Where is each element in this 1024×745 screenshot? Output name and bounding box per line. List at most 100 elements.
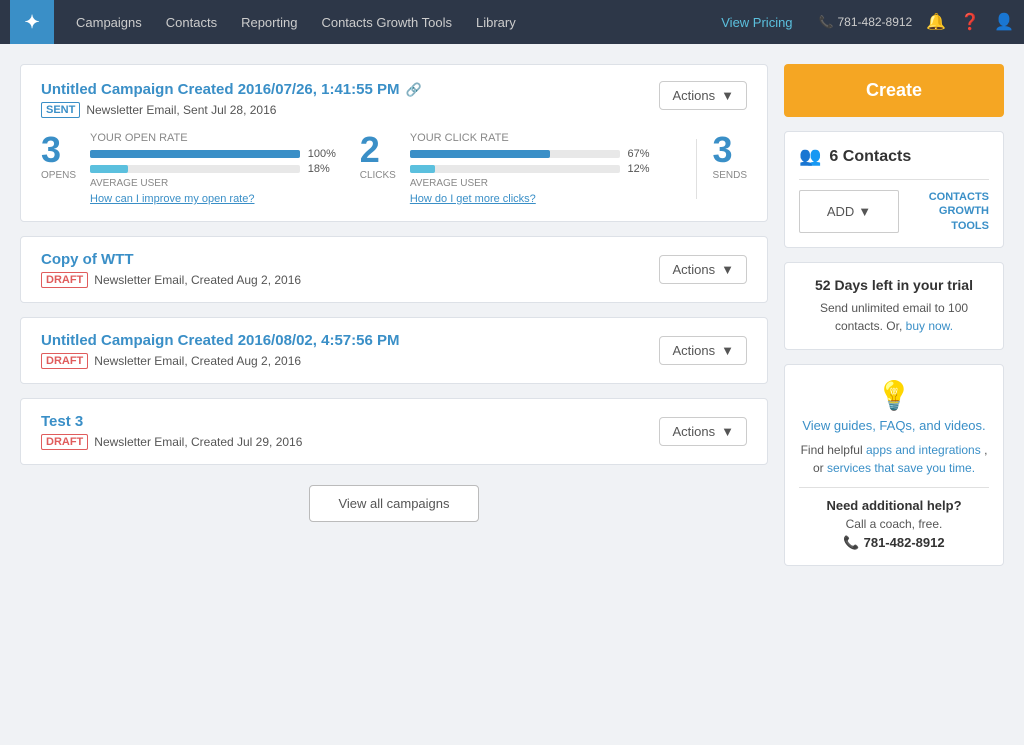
click-rate-bar-container	[410, 150, 620, 158]
campaigns-list: Untitled Campaign Created 2016/07/26, 1:…	[20, 64, 768, 566]
status-badge-draft-4: DRAFT	[41, 434, 88, 450]
sends-number: 3	[713, 132, 747, 168]
bell-icon[interactable]: 🔔	[926, 12, 946, 32]
campaign-type-1: Newsletter Email, Sent Jul 28, 2016	[86, 103, 276, 117]
campaign-meta-4: DRAFT Newsletter Email, Created Jul 29, …	[41, 434, 302, 450]
campaign-header-4: Test 3 DRAFT Newsletter Email, Created J…	[41, 413, 747, 450]
chevron-down-icon-2: ▼	[721, 262, 734, 277]
campaign-info-1: Untitled Campaign Created 2016/07/26, 1:…	[41, 81, 422, 118]
opens-number: 3	[41, 132, 76, 168]
create-button[interactable]: Create	[784, 64, 1004, 117]
your-click-rate-bar: 67%	[410, 148, 660, 160]
campaign-header-2: Copy of WTT DRAFT Newsletter Email, Crea…	[41, 251, 747, 288]
campaign-meta-1: SENT Newsletter Email, Sent Jul 28, 2016	[41, 102, 422, 118]
user-icon[interactable]: 👤	[994, 12, 1014, 32]
campaign-info-2: Copy of WTT DRAFT Newsletter Email, Crea…	[41, 251, 301, 288]
campaign-card-2: Copy of WTT DRAFT Newsletter Email, Crea…	[20, 236, 768, 303]
campaign-title-3: Untitled Campaign Created 2016/08/02, 4:…	[41, 332, 399, 349]
campaign-meta-3: DRAFT Newsletter Email, Created Aug 2, 2…	[41, 353, 399, 369]
click-rate-label: YOUR CLICK RATE	[410, 132, 660, 144]
logo-icon: ✦	[24, 12, 39, 33]
nav-contacts[interactable]: Contacts	[154, 0, 229, 44]
stats-divider	[696, 139, 697, 199]
click-rate-block: YOUR CLICK RATE 67% 12% AVERAGE USER	[410, 132, 660, 205]
opens-block: 3 OPENS	[41, 132, 76, 181]
chevron-down-icon-3: ▼	[721, 343, 734, 358]
avg-open-rate-bar: 18%	[90, 163, 340, 175]
help-phone: 📞 781-482-8912	[799, 535, 989, 551]
actions-button-3[interactable]: Actions ▼	[659, 336, 747, 365]
logo[interactable]: ✦	[10, 0, 54, 44]
nav-growth-tools[interactable]: Contacts Growth Tools	[309, 0, 464, 44]
phone-icon-small: 📞	[843, 535, 859, 551]
status-badge-draft-2: DRAFT	[41, 272, 88, 288]
add-contacts-button[interactable]: ADD ▼	[799, 190, 899, 233]
campaign-meta-2: DRAFT Newsletter Email, Created Aug 2, 2…	[41, 272, 301, 288]
trial-box: 52 Days left in your trial Send unlimite…	[784, 262, 1004, 350]
lightbulb-icon: 💡	[799, 379, 989, 412]
help-title: Need additional help?	[799, 498, 989, 513]
campaign-type-4: Newsletter Email, Created Jul 29, 2016	[94, 435, 302, 449]
open-rate-pct: 100%	[308, 148, 340, 160]
campaign-title-4: Test 3	[41, 413, 302, 430]
campaign-title-1: Untitled Campaign Created 2016/07/26, 1:…	[41, 81, 422, 98]
nav-library[interactable]: Library	[464, 0, 528, 44]
clicks-label: CLICKS	[360, 170, 396, 181]
nav-links: Campaigns Contacts Reporting Contacts Gr…	[64, 0, 709, 44]
campaign-card-3: Untitled Campaign Created 2016/08/02, 4:…	[20, 317, 768, 384]
contacts-header: 👥 6 Contacts	[799, 146, 989, 167]
sends-block: 3 SENDS	[713, 132, 747, 181]
nav-view-pricing[interactable]: View Pricing	[709, 0, 804, 44]
help-icon[interactable]: ❓	[960, 12, 980, 32]
page-layout: Untitled Campaign Created 2016/07/26, 1:…	[0, 44, 1024, 586]
view-all-row: View all campaigns	[20, 485, 768, 522]
actions-button-4[interactable]: Actions ▼	[659, 417, 747, 446]
actions-button-1[interactable]: Actions ▼	[659, 81, 747, 110]
avg-open-bar-fill	[90, 165, 128, 173]
click-rate-bar-fill	[410, 150, 551, 158]
campaign-info-4: Test 3 DRAFT Newsletter Email, Created J…	[41, 413, 302, 450]
sends-label: SENDS	[713, 170, 747, 181]
contacts-box: 👥 6 Contacts ADD ▼ CONTACTS GROWTH TOOLS	[784, 131, 1004, 248]
avg-user-label-open: AVERAGE USER	[90, 178, 340, 189]
buy-now-link[interactable]: buy now.	[906, 319, 953, 333]
open-rate-bar-container	[90, 150, 300, 158]
nav-right: View Pricing 📞 781-482-8912 🔔 ❓ 👤	[709, 0, 1014, 44]
open-rate-bar-fill	[90, 150, 300, 158]
campaign-header-3: Untitled Campaign Created 2016/08/02, 4:…	[41, 332, 747, 369]
campaign-stats-1: 3 OPENS YOUR OPEN RATE 100%	[41, 132, 747, 205]
clicks-block: 2 CLICKS	[360, 132, 396, 181]
link-icon: 🔗	[405, 82, 421, 98]
campaign-title-2: Copy of WTT	[41, 251, 301, 268]
trial-text: Send unlimited email to 100 contacts. Or…	[799, 299, 989, 335]
avg-open-bar-container	[90, 165, 300, 173]
campaign-header-1: Untitled Campaign Created 2016/07/26, 1:…	[41, 81, 747, 118]
actions-button-2[interactable]: Actions ▼	[659, 255, 747, 284]
nav-reporting[interactable]: Reporting	[229, 0, 309, 44]
services-link[interactable]: services that save you time.	[827, 461, 975, 475]
apps-link[interactable]: apps and integrations	[866, 443, 981, 457]
sidebar: Create 👥 6 Contacts ADD ▼ CONTACTS GROWT…	[784, 64, 1004, 566]
campaign-card-1: Untitled Campaign Created 2016/07/26, 1:…	[20, 64, 768, 222]
click-rate-pct: 67%	[628, 148, 660, 160]
coach-text: Call a coach, free.	[799, 517, 989, 531]
help-divider	[799, 487, 989, 488]
status-badge-sent: SENT	[41, 102, 80, 118]
avg-click-bar-fill	[410, 165, 435, 173]
help-integrations-text: Find helpful apps and integrations , or …	[799, 441, 989, 477]
contacts-actions: ADD ▼ CONTACTS GROWTH TOOLS	[799, 179, 989, 233]
guides-link[interactable]: View guides, FAQs, and videos.	[799, 418, 989, 433]
phone-icon: 📞	[819, 15, 834, 29]
growth-tools-button[interactable]: CONTACTS GROWTH TOOLS	[899, 190, 989, 233]
open-rate-help-link[interactable]: How can I improve my open rate?	[90, 193, 340, 205]
click-rate-help-link[interactable]: How do I get more clicks?	[410, 193, 660, 205]
view-all-campaigns-button[interactable]: View all campaigns	[309, 485, 478, 522]
nav-campaigns[interactable]: Campaigns	[64, 0, 154, 44]
chevron-down-icon-add: ▼	[858, 204, 871, 219]
status-badge-draft-3: DRAFT	[41, 353, 88, 369]
avg-user-label-click: AVERAGE USER	[410, 178, 660, 189]
your-open-rate-bar: 100%	[90, 148, 340, 160]
chevron-down-icon: ▼	[721, 88, 734, 103]
avg-click-bar-container	[410, 165, 620, 173]
opens-label: OPENS	[41, 170, 76, 181]
